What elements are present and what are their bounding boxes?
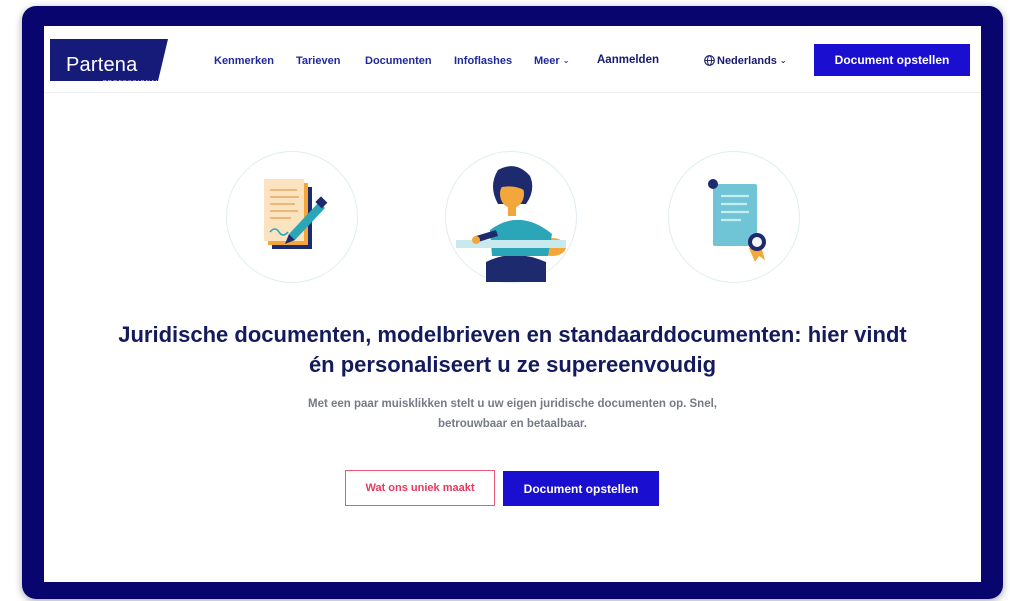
nav-item-meer[interactable]: Meer ⌄ [534, 54, 569, 68]
hero-subtitle-line-2: betrouwbaar en betaalbaar. [438, 418, 587, 430]
language-label: Nederlands [717, 55, 777, 67]
chevron-down-icon: ⌄ [779, 56, 787, 65]
language-selector[interactable]: Nederlands ⌄ [704, 54, 787, 68]
hero-title: Juridische documenten, modelbrieven en s… [44, 320, 981, 380]
header-create-document-button[interactable]: Document opstellen [814, 44, 970, 76]
browser-viewport: Partena PROFESSIONAL Kenmerken Tarieven … [44, 26, 981, 582]
hero-title-line-1: Juridische documenten, modelbrieven en s… [118, 322, 907, 347]
document-signing-icon [264, 179, 328, 249]
certificate-icon [708, 179, 766, 262]
hero-title-line-2: én personaliseert u ze supereenvoudig [308, 352, 717, 377]
partena-logo[interactable]: Partena PROFESSIONAL [50, 39, 168, 86]
illustration-certificate [668, 151, 800, 283]
nav-item-kenmerken[interactable]: Kenmerken [214, 54, 274, 68]
login-link[interactable]: Aanmelden [597, 53, 659, 67]
chevron-down-icon: ⌄ [562, 56, 570, 65]
hero-subtitle: Met een paar muisklikken stelt u uw eige… [44, 394, 981, 434]
nav-item-infoflashes[interactable]: Infoflashes [454, 54, 512, 68]
what-makes-us-unique-button[interactable]: Wat ons uniek maakt [345, 470, 495, 506]
site-header: Partena PROFESSIONAL Kenmerken Tarieven … [44, 26, 981, 93]
logo-name: Partena [66, 54, 138, 76]
hero-subtitle-line-1: Met een paar muisklikken stelt u uw eige… [308, 398, 717, 410]
illustration-signing [226, 151, 358, 283]
nav-item-tarieven[interactable]: Tarieven [296, 54, 340, 68]
person-writing-icon [456, 166, 566, 282]
logo-sub: PROFESSIONAL [103, 80, 161, 86]
globe-icon [704, 55, 715, 66]
create-document-button[interactable]: Document opstellen [503, 471, 659, 506]
illustration-person [445, 151, 577, 283]
nav-item-meer-label: Meer [534, 55, 560, 67]
nav-item-documenten[interactable]: Documenten [365, 54, 432, 68]
stage: Partena PROFESSIONAL Kenmerken Tarieven … [0, 0, 1010, 601]
